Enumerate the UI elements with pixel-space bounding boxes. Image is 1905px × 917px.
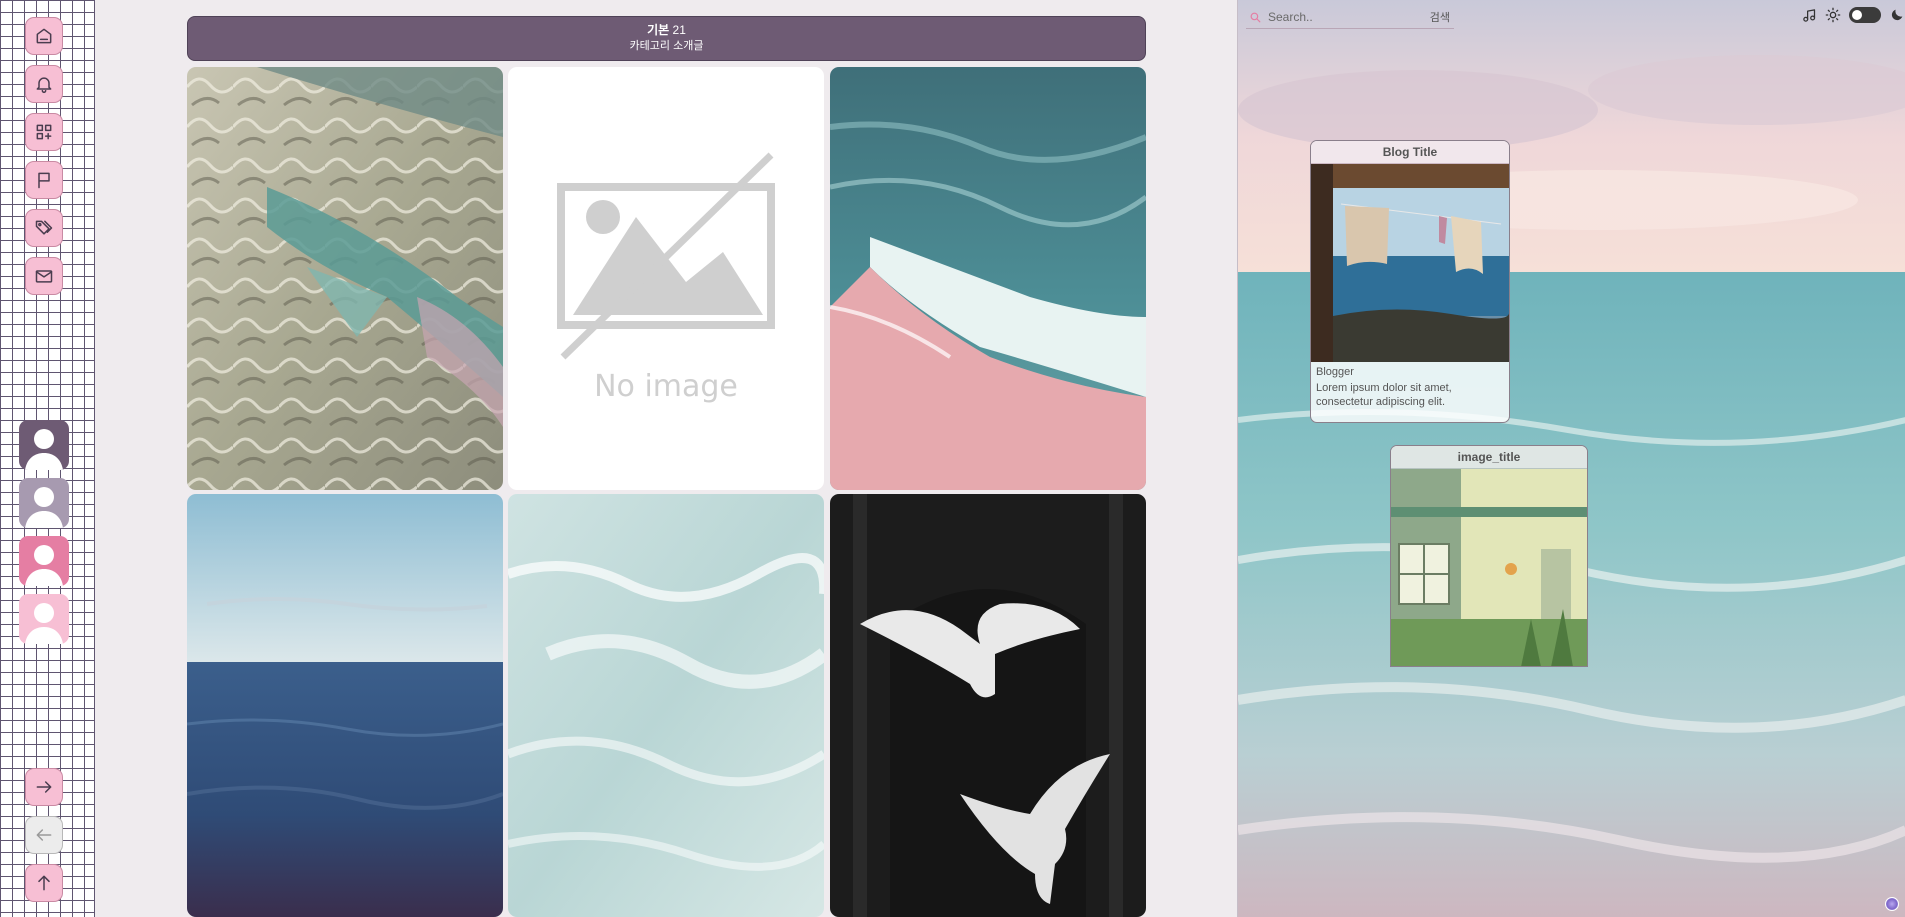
tags-icon [35,220,53,235]
flag-icon [38,172,50,189]
arrow-left-icon [36,829,52,841]
sun-icon[interactable] [1825,7,1841,23]
categories-button[interactable] [25,113,63,151]
side-panel: 검색 Blog Title Blogger Lorem ipsum dolor … [1237,0,1905,917]
avatar-2[interactable] [19,478,69,528]
category-header: 기본 21 카테고리 소개글 [187,16,1146,61]
post-count: 21 [672,23,686,37]
mail-button[interactable] [25,257,63,295]
building-photo [1391,469,1587,666]
avatar-4[interactable] [19,594,69,644]
fish-photo [187,67,503,490]
bell-icon [36,77,52,94]
post-thumbnail-4[interactable] [187,494,503,917]
mail-icon [35,270,53,283]
avatar-3[interactable] [19,536,69,586]
ocean-horizon-photo [187,494,503,917]
blogger-name: Blogger [1316,366,1354,378]
toggle-knob [1852,10,1862,20]
waves-photo [830,67,1146,490]
tags-button[interactable] [25,209,63,247]
post-thumbnail-5[interactable] [508,494,824,917]
post-thumbnail-1[interactable] [187,67,503,490]
moon-icon[interactable] [1889,7,1905,23]
search-bar: 검색 [1246,6,1454,29]
guestbook-button[interactable] [25,161,63,199]
prev-button[interactable] [25,816,63,854]
grid-add-icon [36,124,52,140]
search-input[interactable] [1268,10,1418,24]
blog-description: Lorem ipsum dolor sit amet, consectetur … [1316,382,1452,408]
search-icon [1250,12,1261,22]
music-icon[interactable] [1802,8,1817,23]
doves-photo [830,494,1146,917]
post-thumbnail-2[interactable]: No image [508,67,824,490]
no-image-label: No image [594,369,738,404]
user-icon [25,603,63,644]
card-title: Blog Title [1311,141,1509,164]
home-button[interactable] [25,17,63,55]
chat-bubble-icon[interactable] [1885,897,1899,911]
avatar-1[interactable] [19,420,69,470]
search-button[interactable]: 검색 [1430,9,1450,25]
category-description: 카테고리 소개글 [629,40,704,52]
laundry-photo [1311,164,1509,362]
next-button[interactable] [25,768,63,806]
home-icon [36,28,52,44]
scroll-top-button[interactable] [25,864,63,902]
user-icon [25,429,63,470]
toolbar [1802,7,1905,23]
image-card[interactable]: image_title [1390,445,1588,667]
post-thumbnail-6[interactable] [830,494,1146,917]
image-card-title: image_title [1391,446,1587,469]
category-name: 기본 [647,23,670,37]
foam-photo [508,494,824,917]
user-icon [25,545,63,586]
blog-profile-card[interactable]: Blog Title Blogger Lorem ipsum dolor sit… [1310,140,1510,423]
sidebar [0,0,95,917]
no-image-icon [557,152,775,360]
arrow-up-icon [38,875,50,891]
arrow-right-icon [36,781,52,793]
post-thumbnail-3[interactable] [830,67,1146,490]
notifications-button[interactable] [25,65,63,103]
user-icon [25,487,63,528]
theme-toggle[interactable] [1849,7,1881,23]
